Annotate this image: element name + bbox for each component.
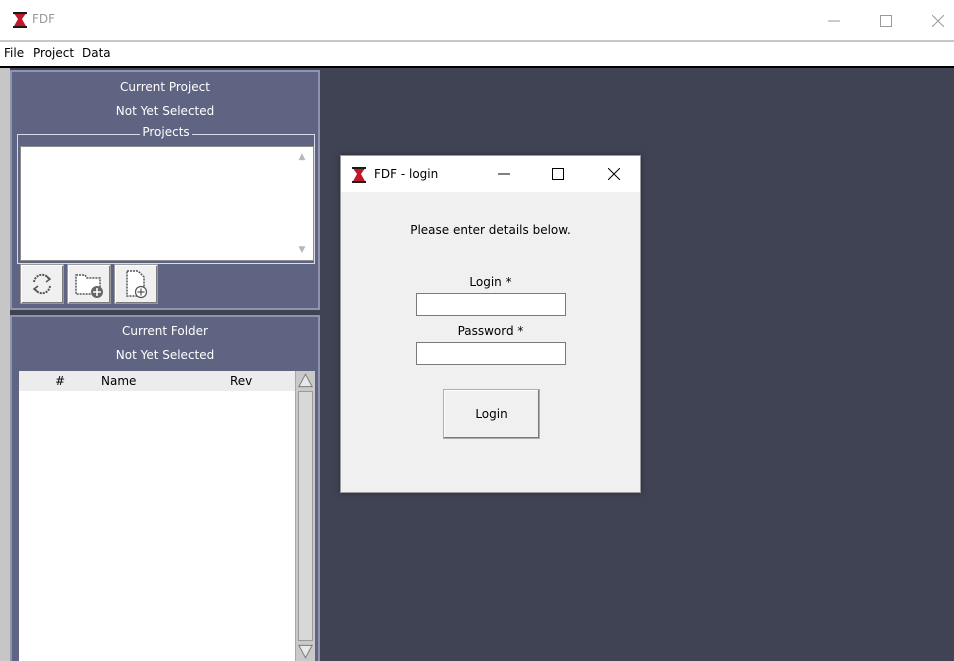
app-logo-icon [13, 12, 27, 28]
column-number[interactable]: # [55, 374, 65, 388]
login-dialog-title: FDF - login [374, 167, 439, 181]
current-project-label: Current Project [120, 80, 210, 94]
login-instruction: Please enter details below. [410, 223, 571, 237]
current-project-value: Not Yet Selected [115, 104, 215, 118]
file-list-header: # Name Rev [19, 371, 295, 391]
login-button[interactable]: Login [443, 389, 540, 439]
scroll-down-arrow-icon[interactable] [296, 643, 315, 661]
dialog-logo-icon [352, 167, 366, 183]
dialog-close-button[interactable] [594, 161, 634, 187]
folder-file-list[interactable]: # Name Rev [19, 371, 315, 661]
scroll-down-icon[interactable]: ▼ [297, 245, 307, 255]
column-name[interactable]: Name [101, 374, 136, 388]
close-icon [932, 15, 944, 27]
column-rev[interactable]: Rev [230, 374, 252, 388]
refresh-button[interactable] [20, 264, 64, 304]
login-input[interactable] [416, 293, 566, 316]
dialog-maximize-button[interactable] [538, 161, 578, 187]
maximize-icon [552, 168, 564, 180]
password-input[interactable] [416, 342, 566, 365]
minimize-icon [498, 173, 510, 175]
project-panel: Current Project Not Yet Selected Project… [10, 70, 320, 310]
dialog-minimize-button[interactable] [484, 161, 524, 187]
scroll-up-icon[interactable]: ▲ [297, 152, 307, 162]
projects-group-label: Projects [140, 125, 192, 139]
minimize-icon [828, 20, 840, 22]
minimize-button[interactable] [814, 8, 854, 34]
close-icon [608, 168, 620, 180]
login-dialog: FDF - login Please enter details below. … [340, 155, 641, 493]
maximize-button[interactable] [866, 8, 906, 34]
scroll-up-arrow-icon[interactable] [296, 371, 315, 389]
file-list-scrollbar[interactable] [295, 371, 315, 661]
login-dialog-titlebar[interactable]: FDF - login [341, 156, 640, 192]
login-field-label: Login * [469, 275, 512, 289]
menu-data[interactable]: Data [82, 46, 111, 60]
add-folder-button[interactable] [67, 264, 111, 304]
close-button[interactable] [918, 8, 954, 34]
projects-listbox[interactable]: ▲ ▼ [20, 146, 314, 261]
password-field-label: Password * [457, 324, 524, 338]
main-titlebar[interactable]: FDF [0, 0, 954, 40]
file-add-icon [126, 270, 148, 299]
maximize-icon [880, 15, 892, 27]
window-left-edge [0, 68, 10, 661]
current-folder-label: Current Folder [122, 324, 208, 338]
current-folder-value: Not Yet Selected [115, 348, 215, 362]
folder-add-icon [75, 274, 103, 298]
menu-bar: File Project Data [0, 42, 954, 66]
folder-panel: Current Folder Not Yet Selected # Name R… [10, 315, 320, 661]
add-file-button[interactable] [114, 264, 158, 304]
window-title: FDF [32, 12, 56, 26]
refresh-icon [32, 273, 52, 295]
scroll-thumb[interactable] [298, 391, 313, 641]
menu-project[interactable]: Project [33, 46, 74, 60]
menu-file[interactable]: File [4, 46, 24, 60]
